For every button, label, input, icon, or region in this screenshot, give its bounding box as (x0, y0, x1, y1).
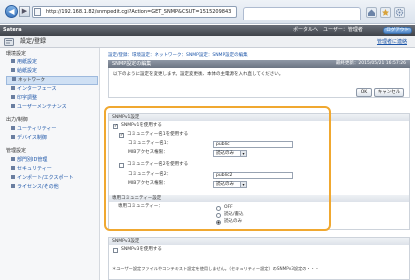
page-icon (34, 8, 41, 16)
page-titlebar: 設定/登録 (0, 36, 415, 48)
snmpv1-use-label: SNMPv1を使用する (121, 123, 162, 128)
snmpv3-use-label: SNMPv3を使用する (121, 247, 162, 252)
back-button[interactable]: ◀ (5, 5, 18, 18)
logout-button[interactable]: ログアウト (383, 27, 412, 34)
chevron-down-icon: ▾ (240, 182, 246, 187)
star-icon[interactable] (380, 7, 391, 18)
dedicated-rw-radio[interactable] (216, 213, 221, 218)
settings-icon (4, 38, 14, 46)
community2-name-label: コミュニティー名2： (128, 172, 172, 177)
gear-icon[interactable] (394, 7, 405, 18)
snmpv3-note: ＊ユーザー設定ファイルやコンテキスト設定を使用しません。（セキュリティー設定）の… (112, 266, 320, 271)
sidebar-item-utility[interactable]: ユーティリティー (11, 126, 56, 133)
sidebar-item-feed[interactable]: 給紙設定 (11, 68, 37, 75)
sidebar-item-interface[interactable]: インターフェース (11, 86, 56, 93)
sidebar-item-license[interactable]: ライセンス/その他 (11, 184, 59, 191)
dedicated-rw-label: 読込/書込 (224, 212, 244, 217)
ok-button[interactable]: OK (356, 88, 372, 97)
portal-link[interactable]: ポータルへ (293, 26, 318, 35)
sidebar-item-import-export[interactable]: インポート/エクスポート (11, 175, 74, 182)
user-label: ユーザー：管理者 (323, 27, 363, 33)
sidebar-item-print-adjust[interactable]: 印字調整 (11, 95, 37, 102)
sidebar-heading-env: 環境設定 (6, 51, 27, 57)
sidebar-item-network[interactable]: ネットワーク (6, 76, 98, 85)
dedicated-ro-radio[interactable] (216, 220, 221, 225)
forward-button[interactable]: ▶ (19, 6, 30, 17)
snmpv1-heading: SNMPv1設定 (109, 114, 409, 121)
page-title: 設定/登録 (20, 38, 47, 45)
dedicated-label: 専用コミュニティー： (118, 204, 163, 209)
community1-name-label: コミュニティー名1： (128, 141, 172, 146)
sidebar-item-dept-id[interactable]: 部門別ID管理 (11, 157, 47, 164)
sidebar-item-paper[interactable]: 用紙設定 (11, 59, 37, 66)
panel-title: SNMP設定の編集 (112, 61, 152, 67)
dedicated-heading: 専用コミュニティー設定 (109, 195, 409, 202)
snmpv1-checkbox[interactable]: ✓ (113, 124, 118, 129)
sidebar-item-user-maint[interactable]: ユーザーメンテナンス (11, 104, 67, 111)
community1-use-label: コミュニティー名1を使用する (127, 132, 189, 137)
brand-logo: Satera (3, 27, 22, 33)
home-icon[interactable] (366, 7, 377, 18)
chevron-down-icon: ▾ (240, 151, 246, 156)
community1-mib-label: MIBアクセス権限： (128, 150, 168, 155)
community1-mib-select[interactable]: 読込のみ ▾ (213, 150, 247, 157)
community1-name-input[interactable]: public (213, 141, 293, 148)
dedicated-off-label: OFF (224, 205, 233, 210)
dedicated-off-radio[interactable] (216, 206, 221, 211)
dedicated-ro-label: 読込のみ (224, 219, 242, 224)
breadcrumb[interactable]: 設定/登録：環境設定：ネットワーク：SNMP設定：SNMP設定の編集 (108, 52, 248, 58)
contact-admin-link[interactable]: 管理者に連絡 (377, 38, 407, 46)
address-bar[interactable]: http://192.168.1.82/snmpedit.cgi?Action=… (32, 6, 237, 18)
last-updated: 最終更新：2015/05/21 16:57:26 (335, 61, 406, 66)
panel-header: SNMP設定の編集 最終更新：2015/05/21 16:57:26 (108, 60, 410, 68)
panel-description: 以下のように設定を変更します。設定変更後、本体の主電源を入れ直してください。 (113, 72, 284, 77)
sidebar-item-security[interactable]: セキュリティー (11, 166, 52, 173)
community2-name-input[interactable]: public2 (213, 172, 293, 179)
community2-mib-select[interactable]: 読込のみ ▾ (213, 181, 247, 188)
community2-checkbox[interactable] (119, 163, 124, 168)
community1-checkbox[interactable]: ✓ (119, 133, 124, 138)
browser-tab[interactable] (243, 7, 361, 20)
community2-mib-label: MIBアクセス権限： (128, 181, 168, 186)
sidebar-heading-output: 出力/制御 (6, 117, 28, 123)
snmpv3-heading: SNMPv3設定 (109, 238, 409, 245)
sidebar-heading-admin: 管理設定 (6, 148, 27, 154)
snmpv3-checkbox[interactable] (113, 248, 118, 253)
community2-use-label: コミュニティー名2を使用する (127, 162, 189, 167)
sidebar-item-device-control[interactable]: デバイス制御 (11, 135, 47, 142)
cancel-button[interactable]: キャンセル (374, 88, 404, 97)
